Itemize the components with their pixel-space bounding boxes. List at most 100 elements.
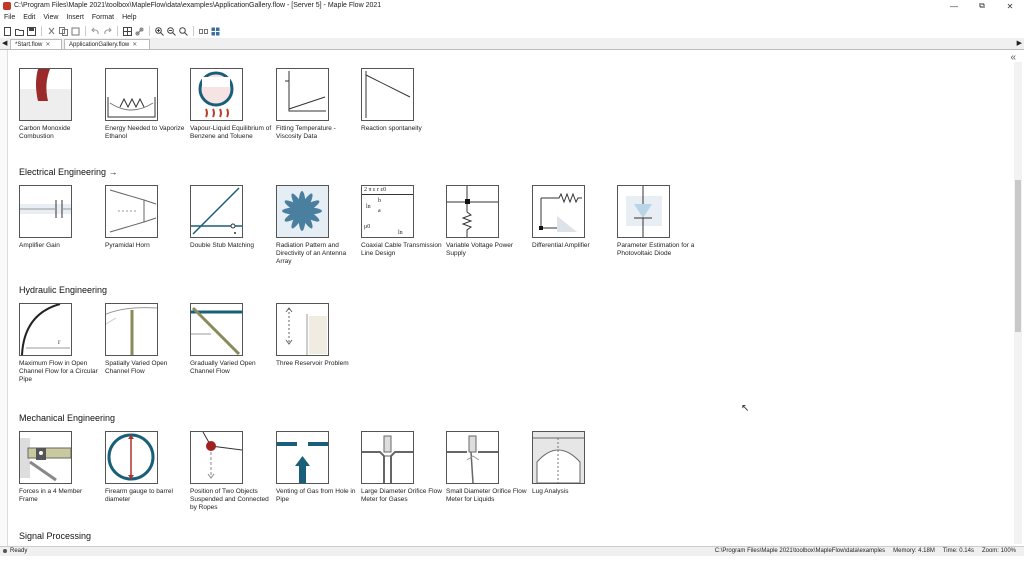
gallery-item-spatially-varied[interactable]: Spatially Varied Open Channel Flow [105, 303, 187, 376]
item-label: Coaxial Cable Transmission Line Design [361, 242, 442, 257]
item-label: Reaction spontaneity [361, 125, 422, 132]
thumbnail [361, 68, 414, 121]
formula-line: 2 π ε r ε0 [364, 187, 387, 193]
gallery-item-pyramidal-horn[interactable]: Pyramidal Horn [105, 185, 187, 250]
window-title: C:\Program Files\Maple 2021\toolbox\Mapl… [14, 2, 382, 9]
minimize-button[interactable]: — [940, 0, 968, 12]
gallery-item-variable-voltage[interactable]: Variable Voltage Power Supply [446, 185, 528, 258]
menu-edit[interactable]: Edit [19, 12, 39, 23]
thumbnail [276, 303, 329, 356]
menu-view[interactable]: View [39, 12, 62, 23]
menu-format[interactable]: Format [88, 12, 118, 23]
tab-label: ApplicationGallery.flow [69, 42, 130, 48]
menu-insert[interactable]: Insert [62, 12, 88, 23]
left-margin-strip [0, 50, 8, 546]
gallery-item-coaxial-cable[interactable]: 2 π ε r ε0 ln b a μ0 ln Coaxial Cable Tr… [361, 185, 443, 258]
status-bar: Ready C:\Program Files\Maple 2021\toolbo… [0, 546, 1024, 556]
gallery-item-double-stub-matching[interactable]: Double Stub Matching [190, 185, 272, 250]
tab-application-gallery[interactable]: ApplicationGallery.flow ✕ [64, 39, 150, 49]
thumbnail [190, 185, 243, 238]
view-split-icon[interactable] [199, 27, 208, 36]
thumbnail [446, 185, 499, 238]
gallery-item-energy-ethanol[interactable]: Energy Needed to Vaporize Ethanol [105, 68, 187, 141]
gallery-item-photovoltaic-diode[interactable]: Parameter Estimation for a Photovoltaic … [617, 185, 699, 258]
item-label: Variable Voltage Power Supply [446, 242, 514, 257]
zoom-in-icon[interactable] [155, 26, 164, 36]
close-button[interactable]: ✕ [996, 0, 1024, 12]
menu-file[interactable]: File [0, 12, 19, 23]
status-zoom: Zoom: 100% [981, 548, 1016, 554]
item-label: Pyramidal Horn [105, 242, 150, 249]
paste-icon[interactable] [71, 27, 80, 36]
toolbar-separator [117, 26, 118, 36]
gallery-item-lug-analysis[interactable]: Lug Analysis [532, 431, 614, 496]
item-label: Lug Analysis [532, 488, 569, 495]
menu-help[interactable]: Help [118, 12, 140, 23]
redo-icon[interactable] [103, 27, 112, 36]
gallery-item-firearm-gauge[interactable]: Firearm gauge to barrel diameter [105, 431, 187, 504]
section-title-electrical[interactable]: Electrical Engineering → [19, 167, 118, 177]
thumbnail [276, 185, 329, 238]
item-label: Three Reservoir Problem [276, 360, 349, 367]
thumbnail [276, 431, 329, 484]
status-info: C:\Program Files\Maple 2021\toolbox\Mapl… [715, 547, 1016, 556]
cut-icon[interactable] [47, 27, 56, 36]
zoom-reset-icon[interactable] [179, 26, 188, 36]
tab-label: *Start.flow [15, 42, 43, 48]
gallery-item-vapour-liquid[interactable]: Vapour-Liquid Equilibrium of Benzene and… [190, 68, 272, 141]
gallery-item-gradually-varied[interactable]: Gradually Varied Open Channel Flow [190, 303, 272, 376]
link-icon[interactable] [135, 27, 144, 36]
menu-bar: File Edit View Insert Format Help [0, 12, 1024, 23]
gallery-item-amplifier-gain[interactable]: Amplifier Gain [19, 185, 101, 250]
gallery-item-radiation-pattern[interactable]: Radiation Pattern and Directivity of an … [276, 185, 358, 266]
thumbnail [446, 431, 499, 484]
tab-scroll-left-icon[interactable]: ◀ [2, 39, 7, 47]
item-label: Carbon Monoxide Combustion [19, 125, 71, 140]
tab-start-flow[interactable]: *Start.flow ✕ [10, 39, 62, 49]
item-label: Firearm gauge to barrel diameter [105, 488, 173, 503]
item-label: Small Diameter Orifice Flow Meter for Li… [446, 488, 527, 503]
gallery-item-venting-gas[interactable]: Venting of Gas from Hole in Pipe [276, 431, 358, 504]
maximize-button[interactable]: ⧉ [968, 0, 996, 12]
svg-text:r: r [58, 338, 61, 346]
save-icon[interactable] [27, 26, 36, 36]
gallery-item-reaction-spontaneity[interactable]: Reaction spontaneity [361, 68, 443, 133]
item-label: Vapour-Liquid Equilibrium of Benzene and… [190, 125, 272, 140]
gallery-item-large-orifice[interactable]: Large Diameter Orifice Flow Meter for Ga… [361, 431, 443, 504]
gallery-item-differential-amplifier[interactable]: Differential Amplifier [532, 185, 614, 250]
maple-app-icon [3, 2, 11, 10]
scrollbar-thumb[interactable] [1015, 180, 1021, 332]
item-label: Gradually Varied Open Channel Flow [190, 360, 256, 375]
gallery-item-four-member-frame[interactable]: Forces in a 4 Member Frame [19, 431, 101, 504]
item-label: Parameter Estimation for a Photovoltaic … [617, 242, 695, 257]
gallery-item-small-orifice[interactable]: Small Diameter Orifice Flow Meter for Li… [446, 431, 528, 504]
thumbnail [190, 431, 243, 484]
copy-icon[interactable] [59, 26, 68, 36]
gallery-item-fitting-temperature[interactable]: Fitting Temperature -Viscosity Data [276, 68, 358, 141]
item-label: Spatially Varied Open Channel Flow [105, 360, 168, 375]
gallery-item-two-objects-ropes[interactable]: Position of Two Objects Suspended and Co… [190, 431, 272, 512]
thumbnail [19, 68, 72, 121]
thumbnail [19, 431, 72, 484]
item-label: Energy Needed to Vaporize Ethanol [105, 125, 185, 140]
toolbar-separator [41, 26, 42, 36]
vertical-scrollbar[interactable] [1014, 62, 1022, 544]
gallery-item-three-reservoir[interactable]: Three Reservoir Problem [276, 303, 358, 368]
item-label: Fitting Temperature -Viscosity Data [276, 125, 336, 140]
close-tab-icon[interactable]: ✕ [132, 42, 137, 48]
gallery-item-carbon-monoxide[interactable]: Carbon Monoxide Combustion [19, 68, 101, 141]
tab-scroll-right-icon[interactable]: ▶ [1017, 39, 1022, 47]
section-title-signal-processing: Signal Processing [19, 531, 92, 541]
open-folder-icon[interactable] [15, 27, 24, 36]
thumbnail [276, 68, 329, 121]
undo-icon[interactable] [91, 27, 100, 36]
table-icon[interactable] [123, 26, 132, 36]
close-tab-icon[interactable]: ✕ [45, 42, 50, 48]
zoom-out-icon[interactable] [167, 26, 176, 36]
new-file-icon[interactable] [3, 26, 12, 36]
formula-b: b [378, 198, 381, 204]
gallery-item-maximum-flow[interactable]: r Maximum Flow in Open Channel Flow for … [19, 303, 101, 384]
section-title-mechanical: Mechanical Engineering [19, 413, 116, 423]
grid-view-icon[interactable] [211, 27, 220, 36]
item-label: Forces in a 4 Member Frame [19, 488, 83, 503]
